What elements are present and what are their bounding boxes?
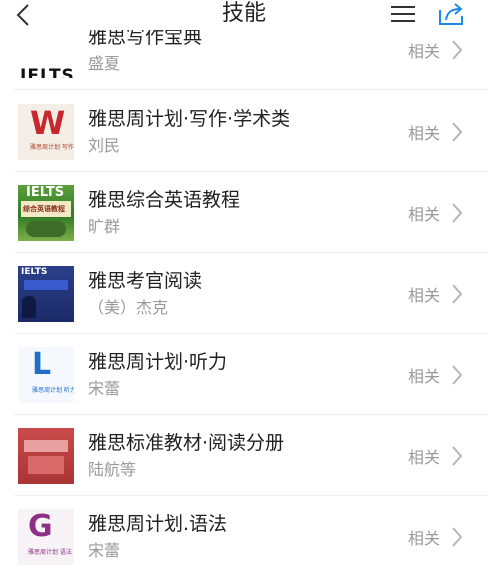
book-author: 盛夏 bbox=[88, 54, 121, 73]
chevron-left-icon bbox=[16, 4, 29, 26]
book-cover: W 雅思周计划 写作 bbox=[18, 104, 74, 160]
book-list-item[interactable]: L 雅思周计划 听力 雅思周计划·听力 宋蕾 相关 bbox=[0, 335, 488, 415]
menu-button[interactable] bbox=[388, 2, 420, 26]
book-cover: IELTS bbox=[18, 266, 74, 322]
chevron-right-icon bbox=[452, 122, 463, 142]
cover-text: IELTS bbox=[21, 267, 48, 277]
cover-label-band bbox=[24, 280, 68, 290]
cover-subtext: 雅思周计划 听力 bbox=[32, 387, 74, 394]
cover-text: L bbox=[32, 347, 52, 382]
book-title: 雅思标准教材·阅读分册 bbox=[88, 432, 285, 454]
cover-label-band bbox=[24, 440, 68, 452]
navigation-bar: 技能 bbox=[0, 0, 488, 30]
cover-art bbox=[26, 221, 66, 237]
book-author: 陆航等 bbox=[88, 460, 137, 479]
cover-art bbox=[28, 456, 64, 474]
back-button[interactable] bbox=[14, 2, 44, 28]
book-list-item[interactable]: G 雅思周计划 语法 雅思周计划.语法 宋蕾 相关 bbox=[0, 497, 488, 577]
cover-text: G bbox=[28, 509, 53, 544]
hamburger-menu-icon bbox=[391, 6, 415, 22]
divider bbox=[14, 252, 488, 253]
book-list-item[interactable]: 雅思标准教材·阅读分册 陆航等 相关 bbox=[0, 416, 488, 496]
book-author: 旷群 bbox=[88, 217, 121, 236]
divider bbox=[14, 89, 488, 90]
cover-text: W bbox=[30, 104, 66, 142]
related-button-label[interactable]: 相关 bbox=[408, 201, 440, 225]
book-title: 雅思综合英语教程 bbox=[88, 189, 241, 211]
share-icon bbox=[439, 3, 463, 25]
cover-text: IELTS bbox=[20, 66, 74, 78]
book-list: IELTS 雅思写作宝典 盛夏 相关 W 雅思周计划 写作 雅思周计划·写作·学… bbox=[0, 0, 488, 577]
book-author: 刘民 bbox=[88, 136, 121, 155]
related-button-label[interactable]: 相关 bbox=[408, 525, 440, 549]
divider bbox=[14, 171, 488, 172]
book-author: （美）杰克 bbox=[88, 298, 169, 317]
book-list-item[interactable]: IELTS 综合英语教程 雅思综合英语教程 旷群 相关 bbox=[0, 173, 488, 253]
divider bbox=[14, 333, 488, 334]
book-author: 宋蕾 bbox=[88, 379, 121, 398]
book-cover: IELTS bbox=[18, 22, 74, 78]
book-title: 雅思周计划·听力 bbox=[88, 351, 228, 373]
book-list-item[interactable]: IELTS 雅思考官阅读 （美）杰克 相关 bbox=[0, 254, 488, 334]
divider bbox=[14, 414, 488, 415]
related-button-label[interactable]: 相关 bbox=[408, 120, 440, 144]
divider bbox=[14, 495, 488, 496]
book-cover: G 雅思周计划 语法 bbox=[18, 509, 74, 565]
book-title: 雅思周计划.语法 bbox=[88, 513, 228, 535]
book-cover: IELTS 综合英语教程 bbox=[18, 185, 74, 241]
book-cover: L 雅思周计划 听力 bbox=[18, 347, 74, 403]
cover-art bbox=[22, 296, 36, 318]
chevron-right-icon bbox=[452, 284, 463, 304]
related-button-label[interactable]: 相关 bbox=[408, 363, 440, 387]
share-button[interactable] bbox=[436, 0, 468, 28]
book-title: 雅思周计划·写作·学术类 bbox=[88, 108, 291, 130]
chevron-right-icon bbox=[452, 365, 463, 385]
chevron-right-icon bbox=[452, 203, 463, 223]
chevron-right-icon bbox=[452, 446, 463, 466]
cover-subtext: 综合英语教程 bbox=[23, 205, 65, 213]
related-button-label[interactable]: 相关 bbox=[408, 444, 440, 468]
chevron-right-icon bbox=[452, 40, 463, 60]
book-title: 雅思考官阅读 bbox=[88, 270, 203, 292]
cover-text: IELTS bbox=[26, 185, 65, 200]
book-author: 宋蕾 bbox=[88, 541, 121, 560]
cover-subtext: 雅思周计划 写作 bbox=[30, 144, 74, 151]
cover-subtext: 雅思周计划 语法 bbox=[28, 549, 72, 556]
book-list-item[interactable]: W 雅思周计划 写作 雅思周计划·写作·学术类 刘民 相关 bbox=[0, 92, 488, 172]
related-button-label[interactable]: 相关 bbox=[408, 282, 440, 306]
chevron-right-icon bbox=[452, 527, 463, 547]
book-cover bbox=[18, 428, 74, 484]
related-button-label[interactable]: 相关 bbox=[408, 38, 440, 62]
